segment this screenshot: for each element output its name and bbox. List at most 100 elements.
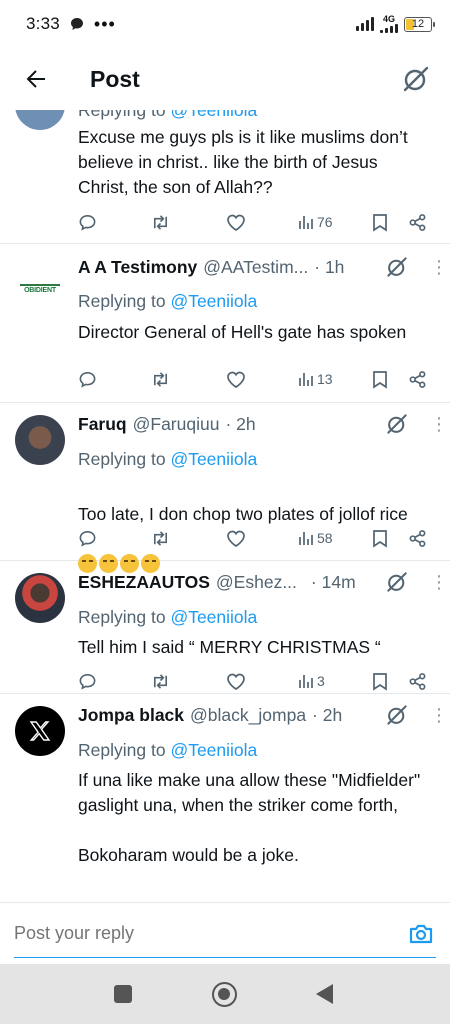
grok-icon[interactable] (386, 571, 408, 593)
avatar[interactable] (15, 706, 65, 756)
timestamp[interactable]: · 2h (225, 414, 255, 435)
reply-text: Excuse me guys pls is it like muslims do… (78, 127, 408, 197)
mention-link[interactable]: @Teeniiola (170, 291, 257, 311)
grok-icon[interactable] (386, 256, 408, 278)
bookmark-button[interactable] (372, 526, 388, 550)
back-button[interactable] (6, 49, 66, 109)
views-count[interactable]: 58 (298, 526, 333, 550)
like-button[interactable] (226, 210, 246, 234)
share-icon (409, 213, 426, 231)
username[interactable]: @AATestim... (203, 257, 308, 278)
replying-prefix: Replying to (78, 291, 166, 311)
mention-link[interactable]: @Teeniiola (170, 449, 257, 469)
repost-button[interactable] (150, 367, 171, 391)
replying-to: Replying to @Teeniiola (78, 291, 257, 312)
repost-button[interactable] (150, 210, 171, 234)
replying-prefix: Replying to (78, 607, 166, 627)
like-button[interactable] (226, 526, 246, 550)
avatar[interactable] (15, 415, 65, 465)
share-button[interactable] (408, 669, 427, 693)
share-icon (409, 529, 426, 547)
network-type: 4G (382, 14, 395, 24)
chart-bars-icon (299, 216, 313, 229)
more-notifications-icon: ••• (93, 14, 116, 34)
network-indicator: 4G (380, 15, 398, 33)
replying-to: Replying to @Teeniiola (78, 607, 257, 628)
username[interactable]: @black_jompa (190, 705, 306, 726)
reply-button[interactable] (78, 669, 97, 693)
signal-icon (356, 17, 374, 31)
share-button[interactable] (408, 210, 427, 234)
replying-prefix: Replying to (78, 449, 166, 469)
share-button[interactable] (408, 526, 427, 550)
reply-header: Faruq @Faruqiuu · 2h ⋮ (78, 411, 448, 437)
display-name[interactable]: ESHEZAAUTOS (78, 572, 210, 593)
display-name[interactable]: Faruq (78, 414, 127, 435)
reply-header-icons: ⋮ (386, 571, 448, 593)
username[interactable]: @Eshez... (216, 572, 297, 593)
timestamp[interactable]: · 1h (314, 257, 344, 278)
heart-icon (227, 214, 245, 231)
like-button[interactable] (226, 367, 246, 391)
battery-icon: 12 (404, 16, 435, 32)
replying-to: Replying to @Teeniiola (78, 449, 257, 470)
repost-icon (153, 673, 168, 689)
username[interactable]: @Faruqiuu (133, 414, 220, 435)
grok-button[interactable] (396, 59, 436, 99)
views-count[interactable]: 3 (298, 669, 325, 693)
reply-item[interactable]: ESHEZAAUTOS @Eshez... · 14m ⋮ Replying t… (0, 561, 450, 694)
reply-button[interactable] (78, 526, 97, 550)
bookmark-button[interactable] (372, 210, 388, 234)
views-count[interactable]: 76 (298, 210, 333, 234)
reply-button[interactable] (78, 367, 97, 391)
timestamp[interactable]: · 14m (311, 572, 356, 593)
bookmark-button[interactable] (372, 669, 388, 693)
reply-text: Director General of Hell's gate has spok… (78, 322, 407, 342)
display-name[interactable]: A A Testimony (78, 257, 197, 278)
more-options-icon[interactable]: ⋮ (430, 706, 448, 724)
more-options-icon[interactable]: ⋮ (430, 573, 448, 591)
like-button[interactable] (226, 669, 246, 693)
reply-item[interactable]: Replying to @Teeniiola Excuse me guys pl… (0, 110, 450, 244)
reply-header: Jompa black @black_jompa · 2h ⋮ (78, 702, 448, 728)
replies-feed[interactable]: Replying to @Teeniiola Excuse me guys pl… (0, 110, 450, 902)
views-count[interactable]: 13 (298, 367, 333, 391)
camera-icon[interactable] (408, 921, 434, 947)
reply-input[interactable] (14, 923, 374, 944)
avatar[interactable]: OBIDIENT (15, 264, 65, 314)
more-options-icon[interactable]: ⋮ (430, 415, 448, 433)
timestamp[interactable]: · 2h (312, 705, 342, 726)
reply-item[interactable]: Faruq @Faruqiuu · 2h ⋮ Replying to @Teen… (0, 403, 450, 573)
more-options-icon[interactable]: ⋮ (430, 258, 448, 276)
home-button[interactable] (212, 982, 237, 1007)
heart-icon (227, 371, 245, 388)
top-app-bar: Post (0, 48, 450, 110)
repost-button[interactable] (150, 669, 171, 693)
chart-bars-icon (299, 373, 313, 386)
bookmark-button[interactable] (372, 367, 388, 391)
repost-button[interactable] (150, 526, 171, 550)
share-button[interactable] (408, 367, 427, 391)
system-back-button[interactable] (316, 984, 333, 1004)
grok-icon[interactable] (386, 413, 408, 435)
repost-icon (153, 214, 168, 230)
bookmark-icon (373, 213, 387, 232)
mention-link[interactable]: @Teeniiola (170, 110, 257, 120)
bookmark-icon (373, 672, 387, 691)
recent-apps-button[interactable] (114, 985, 132, 1003)
avatar[interactable] (15, 110, 65, 130)
share-icon (409, 672, 426, 690)
grok-icon[interactable] (386, 704, 408, 726)
share-icon (409, 370, 426, 388)
mention-link[interactable]: @Teeniiola (170, 740, 257, 760)
reply-item[interactable]: OBIDIENT A A Testimony @AATestim... · 1h… (0, 244, 450, 403)
avatar[interactable] (15, 573, 65, 623)
arrow-left-icon (26, 70, 45, 88)
reply-button[interactable] (78, 210, 97, 234)
page-title: Post (90, 65, 140, 92)
reply-item[interactable]: Jompa black @black_jompa · 2h ⋮ Replying… (0, 694, 450, 902)
heart-icon (227, 530, 245, 547)
mention-link[interactable]: @Teeniiola (170, 607, 257, 627)
chart-bars-icon (299, 675, 313, 688)
display-name[interactable]: Jompa black (78, 705, 184, 726)
